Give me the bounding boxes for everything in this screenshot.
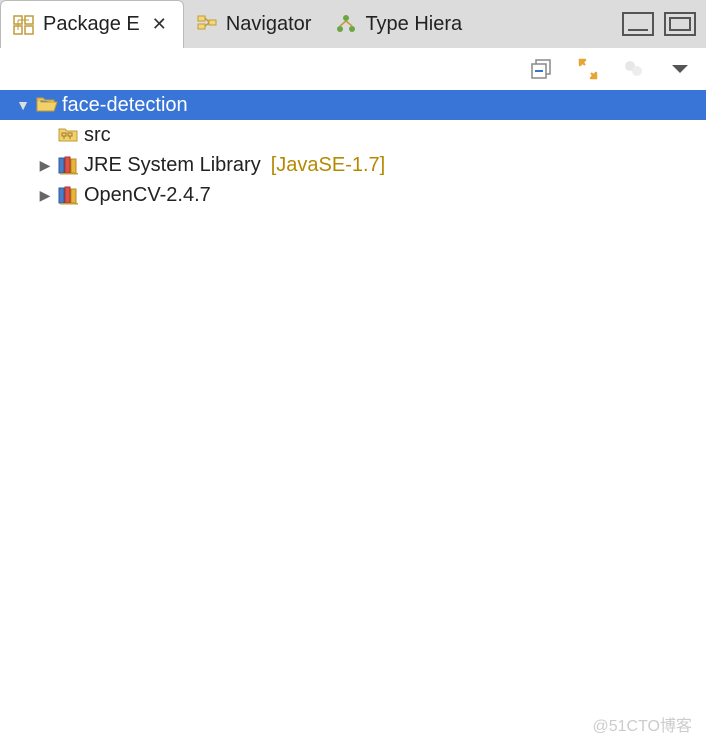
project-tree: ▼ face-detection src — [0, 90, 706, 210]
filters-icon[interactable] — [622, 57, 646, 81]
tree-item-label: JRE System Library — [84, 154, 261, 177]
tree-item-label: OpenCV-2.4.7 — [84, 184, 211, 207]
tree-item-decoration: [JavaSE-1.7] — [271, 154, 386, 177]
window-controls — [622, 0, 706, 48]
source-folder-icon — [58, 125, 80, 145]
view-toolbar — [0, 48, 706, 90]
expand-arrow-icon[interactable]: ▶ — [36, 186, 54, 204]
expand-arrow-icon[interactable]: ▼ — [14, 96, 32, 114]
view-menu-icon[interactable] — [668, 57, 692, 81]
tab-bar: Package E ✕ Navigator — [0, 0, 706, 48]
tab-navigator[interactable]: Navigator — [184, 0, 324, 48]
tree-item-library[interactable]: ▶ OpenCV-2.4.7 — [0, 180, 706, 210]
tab-package-explorer[interactable]: Package E ✕ — [0, 0, 184, 48]
type-hierarchy-icon — [335, 14, 357, 34]
project-folder-open-icon — [36, 95, 58, 115]
tab-label: Type Hiera — [365, 13, 462, 36]
navigator-icon — [196, 14, 218, 34]
tree-item-project[interactable]: ▼ face-detection — [0, 90, 706, 120]
tree-item-label: face-detection — [62, 94, 188, 117]
expand-arrow-icon[interactable]: ▶ — [36, 156, 54, 174]
tab-type-hierarchy[interactable]: Type Hiera — [323, 0, 474, 48]
tree-item-folder[interactable]: src — [0, 120, 706, 150]
library-icon — [58, 155, 80, 175]
collapse-all-icon[interactable] — [530, 57, 554, 81]
tree-item-label: src — [84, 124, 111, 147]
library-icon — [58, 185, 80, 205]
minimize-button[interactable] — [622, 12, 654, 36]
watermark: @51CTO博客 — [592, 712, 692, 736]
tab-label: Navigator — [226, 13, 312, 36]
close-icon[interactable]: ✕ — [148, 14, 171, 35]
link-with-editor-icon[interactable] — [576, 57, 600, 81]
tab-label: Package E — [43, 13, 140, 36]
maximize-button[interactable] — [664, 12, 696, 36]
tree-item-library[interactable]: ▶ JRE System Library [JavaSE-1.7] — [0, 150, 706, 180]
package-explorer-icon — [13, 15, 35, 35]
package-explorer-panel: Package E ✕ Navigator — [0, 0, 706, 746]
